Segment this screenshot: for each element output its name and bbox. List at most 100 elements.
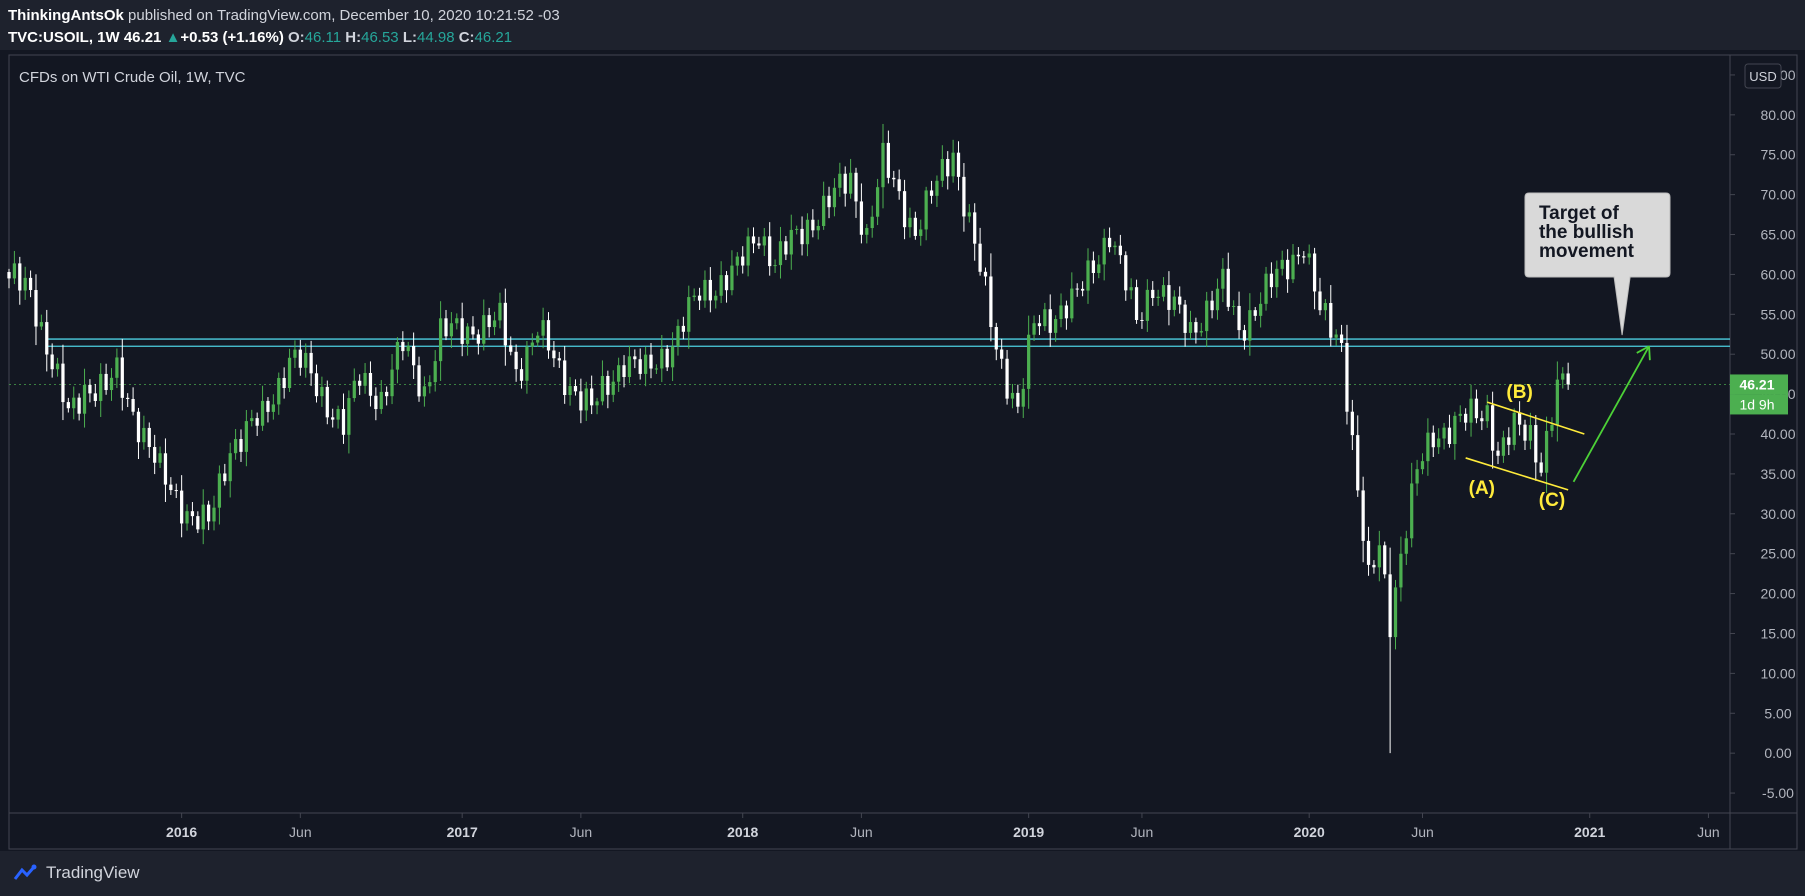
candle[interactable] bbox=[854, 167, 858, 218]
candle[interactable] bbox=[314, 364, 319, 403]
candle[interactable] bbox=[7, 268, 11, 289]
candle[interactable] bbox=[1302, 251, 1306, 264]
candle[interactable] bbox=[471, 316, 475, 340]
price-chart[interactable]: (A)(B)(C)Target ofthe bullishmovement 85… bbox=[0, 0, 1805, 851]
candle[interactable] bbox=[1377, 530, 1381, 582]
candle[interactable] bbox=[1129, 278, 1133, 300]
candle[interactable] bbox=[595, 397, 599, 415]
candle[interactable] bbox=[541, 307, 545, 349]
candle[interactable] bbox=[438, 301, 443, 381]
candle[interactable] bbox=[838, 162, 842, 197]
candle[interactable] bbox=[93, 383, 97, 407]
candle[interactable] bbox=[1323, 299, 1327, 321]
candle[interactable] bbox=[336, 405, 340, 429]
candle[interactable] bbox=[1404, 530, 1408, 565]
candle[interactable] bbox=[1544, 416, 1549, 493]
candle[interactable] bbox=[298, 339, 302, 376]
candle[interactable] bbox=[886, 130, 891, 184]
candle[interactable] bbox=[1453, 411, 1457, 460]
candle[interactable] bbox=[1523, 419, 1527, 451]
candle[interactable] bbox=[913, 211, 917, 240]
candles[interactable] bbox=[7, 123, 1570, 754]
candle[interactable] bbox=[395, 337, 400, 384]
candle[interactable] bbox=[1566, 362, 1570, 390]
candle[interactable] bbox=[1426, 418, 1430, 476]
candle[interactable] bbox=[908, 207, 912, 238]
candle[interactable] bbox=[1253, 306, 1257, 321]
candle[interactable] bbox=[870, 205, 874, 238]
candle[interactable] bbox=[368, 361, 373, 407]
candle[interactable] bbox=[82, 368, 87, 428]
candle[interactable] bbox=[304, 343, 308, 378]
candle[interactable] bbox=[573, 379, 578, 396]
candle[interactable] bbox=[638, 348, 642, 380]
candle[interactable] bbox=[757, 236, 761, 249]
candle[interactable] bbox=[1070, 272, 1074, 323]
candle[interactable] bbox=[180, 475, 184, 538]
candle[interactable] bbox=[557, 351, 561, 368]
candle[interactable] bbox=[956, 141, 961, 191]
candle[interactable] bbox=[751, 227, 756, 254]
candle[interactable] bbox=[417, 356, 421, 402]
candle[interactable] bbox=[1102, 228, 1106, 281]
candle[interactable] bbox=[1237, 291, 1241, 339]
candle[interactable] bbox=[1075, 283, 1079, 297]
candle[interactable] bbox=[1437, 428, 1441, 454]
candle[interactable] bbox=[1172, 290, 1176, 317]
target-callout[interactable]: Target ofthe bullishmovement bbox=[1524, 192, 1671, 336]
candle[interactable] bbox=[1000, 338, 1004, 369]
candle[interactable] bbox=[163, 438, 168, 502]
candle[interactable] bbox=[1016, 384, 1020, 414]
candle[interactable] bbox=[676, 319, 680, 356]
candle[interactable] bbox=[768, 222, 772, 276]
candle[interactable] bbox=[1458, 405, 1462, 423]
candle[interactable] bbox=[827, 186, 831, 219]
candle[interactable] bbox=[1410, 462, 1414, 548]
candle[interactable] bbox=[406, 341, 410, 357]
candle[interactable] bbox=[347, 390, 351, 454]
candle[interactable] bbox=[1232, 300, 1236, 316]
candle[interactable] bbox=[449, 312, 454, 349]
candle[interactable] bbox=[1431, 425, 1435, 458]
candle[interactable] bbox=[708, 267, 712, 313]
candle[interactable] bbox=[1285, 249, 1290, 293]
candle[interactable] bbox=[606, 370, 610, 409]
candle[interactable] bbox=[39, 314, 43, 331]
candle[interactable] bbox=[115, 348, 119, 389]
candle[interactable] bbox=[260, 385, 265, 431]
candle[interactable] bbox=[444, 309, 448, 341]
candle[interactable] bbox=[994, 322, 998, 361]
candle[interactable] bbox=[390, 354, 394, 405]
candle[interactable] bbox=[741, 246, 745, 274]
candle[interactable] bbox=[282, 367, 286, 399]
candle[interactable] bbox=[881, 123, 885, 209]
candle[interactable] bbox=[789, 214, 793, 270]
candle[interactable] bbox=[309, 340, 313, 386]
candle[interactable] bbox=[832, 178, 837, 217]
candle[interactable] bbox=[692, 288, 696, 302]
candle[interactable] bbox=[271, 394, 275, 420]
candle[interactable] bbox=[1032, 315, 1036, 341]
candle[interactable] bbox=[1107, 227, 1112, 253]
candle[interactable] bbox=[293, 340, 297, 369]
candle[interactable] bbox=[633, 349, 637, 369]
candle[interactable] bbox=[239, 429, 243, 462]
candle[interactable] bbox=[1415, 459, 1419, 496]
candle[interactable] bbox=[228, 442, 232, 498]
candle[interactable] bbox=[492, 311, 497, 336]
candle[interactable] bbox=[126, 393, 130, 408]
candle[interactable] bbox=[1167, 271, 1171, 326]
candle[interactable] bbox=[1091, 251, 1096, 284]
candle[interactable] bbox=[1372, 560, 1376, 574]
candle[interactable] bbox=[153, 434, 157, 475]
candle[interactable] bbox=[185, 504, 189, 531]
candle[interactable] bbox=[1010, 383, 1015, 409]
candle[interactable] bbox=[822, 181, 826, 230]
candle[interactable] bbox=[250, 409, 254, 427]
candle[interactable] bbox=[1151, 281, 1155, 306]
candle[interactable] bbox=[174, 483, 178, 499]
candle[interactable] bbox=[1080, 281, 1085, 297]
candle[interactable] bbox=[962, 163, 966, 232]
candle[interactable] bbox=[433, 350, 437, 392]
candle[interactable] bbox=[816, 219, 820, 240]
